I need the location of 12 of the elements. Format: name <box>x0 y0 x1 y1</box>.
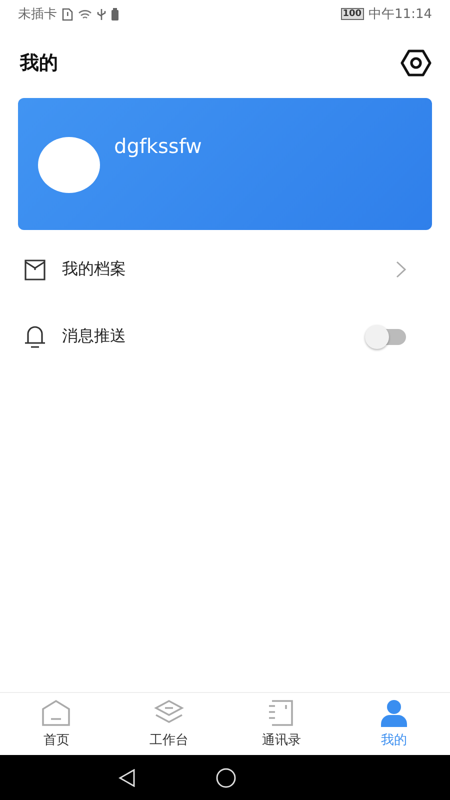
menu-item[interactable]: 我的档案 <box>0 236 450 303</box>
clock-text: 中午11:14 <box>368 6 432 23</box>
menu-item[interactable]: 消息推送 <box>0 303 450 370</box>
carrier-text: 未插卡 <box>18 6 57 23</box>
tab[interactable]: 首页 <box>0 693 112 755</box>
menu-label: 我的档案 <box>62 259 127 280</box>
username: dgfkssfw <box>114 134 202 158</box>
tab[interactable]: 通讯录 <box>225 693 338 755</box>
battery-level: 100 <box>340 8 364 20</box>
tab[interactable]: 工作台 <box>112 693 225 755</box>
menu-label: 消息推送 <box>62 326 127 347</box>
page-title: 我的 <box>20 51 58 76</box>
